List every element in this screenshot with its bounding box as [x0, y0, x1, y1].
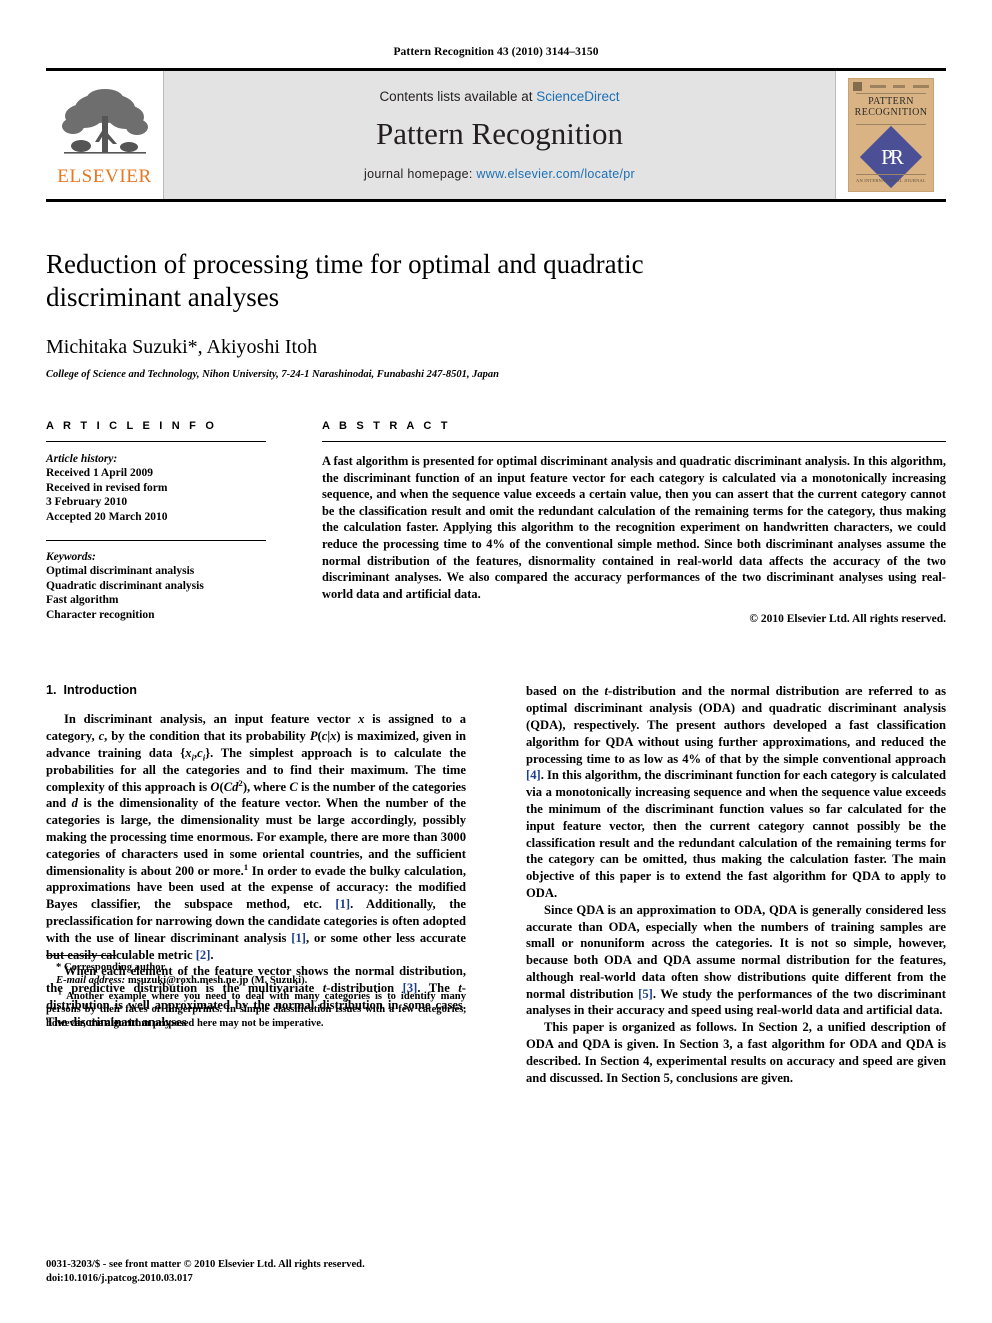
article-history-item: 3 February 2010	[46, 496, 128, 508]
elsevier-tree-icon	[61, 89, 148, 154]
cover-title: PATTERN RECOGNITION	[854, 96, 928, 118]
running-head: Pattern Recognition 43 (2010) 3144–3150	[393, 46, 599, 58]
body-columns: 1. Introduction In discriminant analysis,…	[46, 683, 946, 1086]
article-history-item: Received in revised form	[46, 481, 168, 494]
article-history-item: Received 1 April 2009	[46, 467, 153, 479]
article-history-item: Accepted 20 March 2010	[46, 510, 168, 523]
cover-footer-text: AN INTERNATIONAL JOURNAL	[856, 178, 926, 183]
page-footer: 0031-3203/$ - see front matter © 2010 El…	[46, 1258, 476, 1285]
footnotes: * Corresponding author. E-mail address: …	[46, 954, 466, 1031]
body-column-right: based on the t-distribution and the norm…	[526, 683, 946, 1086]
abstract-label: A B S T R A C T	[322, 420, 451, 432]
keywords-block: Keywords: Optimal discriminant analysis …	[46, 551, 266, 622]
abstract-column: A B S T R A C T A fast algorithm is pres…	[284, 420, 946, 625]
cover-rule-mid	[856, 124, 926, 125]
paragraph: This paper is organized as follows. In S…	[526, 1020, 946, 1085]
affiliation: College of Science and Technology, Nihon…	[46, 369, 499, 380]
section-heading-introduction: 1. Introduction	[46, 683, 466, 697]
abstract-text: A fast algorithm is presented for optima…	[322, 454, 946, 601]
divider	[46, 540, 266, 541]
journal-title: Pattern Recognition	[375, 116, 624, 151]
page-title: Reduction of processing time for optimal…	[46, 249, 644, 312]
cover-topbar	[853, 82, 929, 91]
sciencedirect-link[interactable]: ScienceDirect	[536, 89, 619, 104]
article-history-label: Article history:	[46, 453, 118, 465]
elsevier-wordmark: ELSEVIER	[57, 166, 152, 187]
body-column-left: 1. Introduction In discriminant analysis,…	[46, 683, 466, 1030]
journal-homepage-line: journal homepage: www.elsevier.com/locat…	[364, 167, 635, 181]
footnote-note-text: Another example where you need to deal w…	[46, 990, 466, 1029]
author-list: Michitaka Suzuki*, Akiyoshi Itoh	[46, 336, 318, 358]
journal-article-page: Pattern Recognition 43 (2010) 3144–3150	[0, 0, 992, 1323]
title-block: Reduction of processing time for optimal…	[46, 248, 946, 380]
cover-rule-bottom	[856, 174, 926, 175]
divider	[322, 441, 946, 442]
keyword-item: Quadratic discriminant analysis	[46, 579, 204, 592]
cover-monogram: PR	[881, 144, 901, 169]
section-number: 1.	[46, 683, 57, 698]
homepage-prefix: journal homepage:	[364, 167, 477, 181]
journal-homepage-link[interactable]: www.elsevier.com/locate/pr	[476, 167, 635, 181]
doi-line: doi:10.1016/j.patcog.2010.03.017	[46, 1272, 193, 1284]
divider	[46, 441, 266, 442]
footnote-note-1: 1 Another example where you need to deal…	[46, 987, 466, 1031]
section-title: Introduction	[63, 683, 137, 698]
keyword-item: Fast algorithm	[46, 594, 119, 606]
footnote-marker: 1	[58, 987, 62, 997]
paragraph: In discriminant analysis, an input featu…	[46, 712, 467, 962]
cover-art: PATTERN RECOGNITION PR AN INTERNATIONAL …	[848, 78, 934, 192]
email-address[interactable]: msuzuki@roxh.mesh.ne.jp (M. Suzuki).	[128, 975, 307, 986]
issn-line: 0031-3203/$ - see front matter © 2010 El…	[46, 1259, 365, 1271]
paragraph: based on the t-distribution and the norm…	[526, 684, 946, 900]
info-and-abstract: A R T I C L E I N F O Article history: R…	[46, 420, 946, 625]
keywords-label: Keywords:	[46, 551, 96, 563]
keyword-item: Character recognition	[46, 608, 155, 621]
paragraph: Since QDA is an approximation to ODA, QD…	[526, 902, 946, 1018]
publisher-logo: ELSEVIER	[46, 71, 164, 199]
keyword-item: Optimal discriminant analysis	[46, 565, 195, 577]
footnote-rule	[46, 954, 116, 956]
contents-prefix: Contents lists available at	[379, 89, 537, 104]
masthead-center: Contents lists available at ScienceDirec…	[164, 71, 835, 199]
cover-rule-top	[856, 93, 926, 94]
article-info-column: A R T I C L E I N F O Article history: R…	[46, 420, 284, 622]
footnote-corresponding-author: * Corresponding author.	[56, 961, 167, 973]
email-label: E-mail address:	[56, 975, 126, 987]
abstract-copyright: © 2010 Elsevier Ltd. All rights reserved…	[749, 613, 946, 626]
article-info-label: A R T I C L E I N F O	[46, 420, 218, 432]
journal-masthead: ELSEVIER Contents lists available at Sci…	[46, 68, 946, 202]
contents-available-line: Contents lists available at ScienceDirec…	[379, 89, 619, 104]
journal-cover-thumbnail: PATTERN RECOGNITION PR AN INTERNATIONAL …	[835, 71, 946, 199]
footnote-email: E-mail address: msuzuki@roxh.mesh.ne.jp …	[46, 974, 466, 988]
cover-publisher-mark-icon	[853, 82, 862, 91]
